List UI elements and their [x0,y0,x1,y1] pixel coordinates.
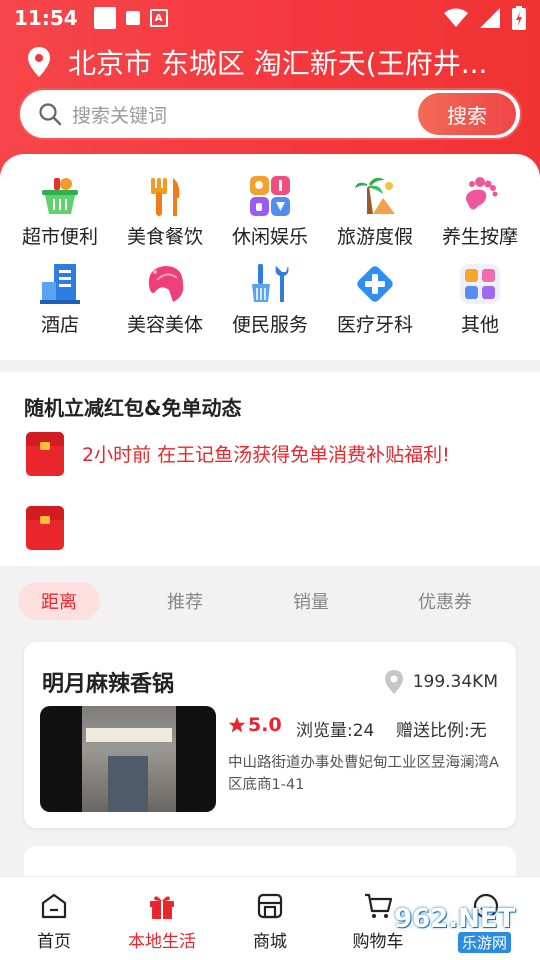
category-beauty[interactable]: 美容美体 [113,262,217,337]
category-label: 酒店 [40,314,79,336]
category-medical[interactable]: 医疗牙科 [323,262,427,337]
shop-card[interactable]: 明月麻辣香锅 199.34KM 5.0 浏览量:24 赠送比例:无 中山路街道办… [24,642,516,828]
medical-cross-icon [353,262,397,306]
category-massage[interactable]: 养生按摩 [428,174,532,249]
notification-icon [93,7,116,29]
category-grid: 超市便利 美食餐饮 休闲娱乐 旅游度假 养生按摩 酒店 美容美体 便民服务 医疗… [0,154,540,360]
category-entertainment[interactable]: 休闲娱乐 [218,174,322,249]
filter-tabs: 距离 推荐 销量 优惠券 [0,578,540,624]
location-selector[interactable]: 北京市 东城区 淘汇新天(王府井... [28,42,487,82]
status-bar: 11:54 A [0,0,540,36]
shop-gift-ratio: 赠送比例:无 [396,721,487,741]
category-label: 美容美体 [126,314,203,336]
footprint-icon [458,174,502,218]
nav-label: 首页 [37,932,71,952]
shop-name: 明月麻辣香锅 [42,672,175,697]
tab-coupons[interactable]: 优惠券 [404,582,486,620]
status-time: 11:54 [14,6,78,30]
location-pin-icon [28,47,50,77]
gift-icon [150,896,174,919]
beauty-icon [143,262,187,306]
rating-value: 5.0 [248,714,282,736]
shop-address: 中山路街道办事处曹妃甸工业区昱海澜湾A区底商1-41 [228,755,499,793]
category-label: 其他 [460,314,499,336]
watermark-text: 乐游网 [458,932,512,953]
notification-icon: A [149,9,168,27]
category-supermarket[interactable]: 超市便利 [8,174,112,249]
category-other[interactable]: 其他 [428,262,532,337]
wifi-icon [444,8,468,27]
watermark-logo: 962.NET 乐游网 [394,904,534,954]
shop-rating: 5.0 [228,714,282,736]
star-icon [228,716,246,733]
entertainment-icon [248,174,292,218]
category-services[interactable]: 便民服务 [218,262,322,337]
dynamic-message: 2小时前 在王记鱼汤获得免单消费补贴福利! [82,444,450,466]
tab-recommend[interactable]: 推荐 [144,582,226,620]
search-input[interactable]: 搜索关键词 [72,101,167,128]
red-envelope-icon [26,506,64,550]
tab-distance[interactable]: 距离 [18,582,100,620]
category-label: 美食餐饮 [126,226,203,248]
home-icon [41,893,67,919]
shop-views: 浏览量:24 [296,721,375,741]
nav-home[interactable]: 首页 [4,891,104,952]
section-title: 随机立减红包&免单动态 [24,396,242,420]
category-travel[interactable]: 旅游度假 [323,174,427,249]
category-label: 休闲娱乐 [231,226,308,248]
category-label: 旅游度假 [336,226,413,248]
category-food[interactable]: 美食餐饮 [113,174,217,249]
search-bar: 搜索关键词 搜索 [18,88,522,140]
bottom-nav: 首页 本地生活 商城 购物车 我的 962.NET 乐游网 [0,876,540,960]
category-label: 医疗牙科 [336,314,413,336]
category-hotel[interactable]: 酒店 [8,262,112,337]
nav-label: 商城 [253,932,287,952]
category-label: 便民服务 [231,314,308,336]
shop-thumbnail [40,706,216,812]
grid-icon [458,262,502,306]
distance-value: 199.34KM [412,672,498,692]
store-icon [257,893,283,919]
signal-icon [480,8,500,28]
notification-icon [125,11,140,25]
battery-icon [512,6,526,30]
shop-distance: 199.34KM [384,670,498,694]
tab-sales[interactable]: 销量 [270,582,352,620]
search-icon [39,103,62,126]
location-pin-icon [384,670,403,694]
category-label: 超市便利 [21,226,98,248]
palm-tree-icon [353,174,397,218]
basket-icon [38,174,82,218]
search-button[interactable]: 搜索 [418,93,516,135]
category-label: 养生按摩 [441,226,518,248]
nav-mall[interactable]: 商城 [220,891,320,952]
nav-local-life[interactable]: 本地生活 [112,891,212,952]
tools-icon [248,262,292,306]
red-packet-dynamics: 随机立减红包&免单动态 2小时前 在王记鱼汤获得免单消费补贴福利! [0,372,540,566]
utensils-icon [143,174,187,218]
hotel-icon [38,262,82,306]
watermark-text: 962.NET [394,904,516,934]
location-text: 北京市 东城区 淘汇新天(王府井... [68,47,488,80]
cart-icon [365,893,393,918]
red-envelope-icon [26,432,64,476]
nav-label: 本地生活 [128,932,196,952]
